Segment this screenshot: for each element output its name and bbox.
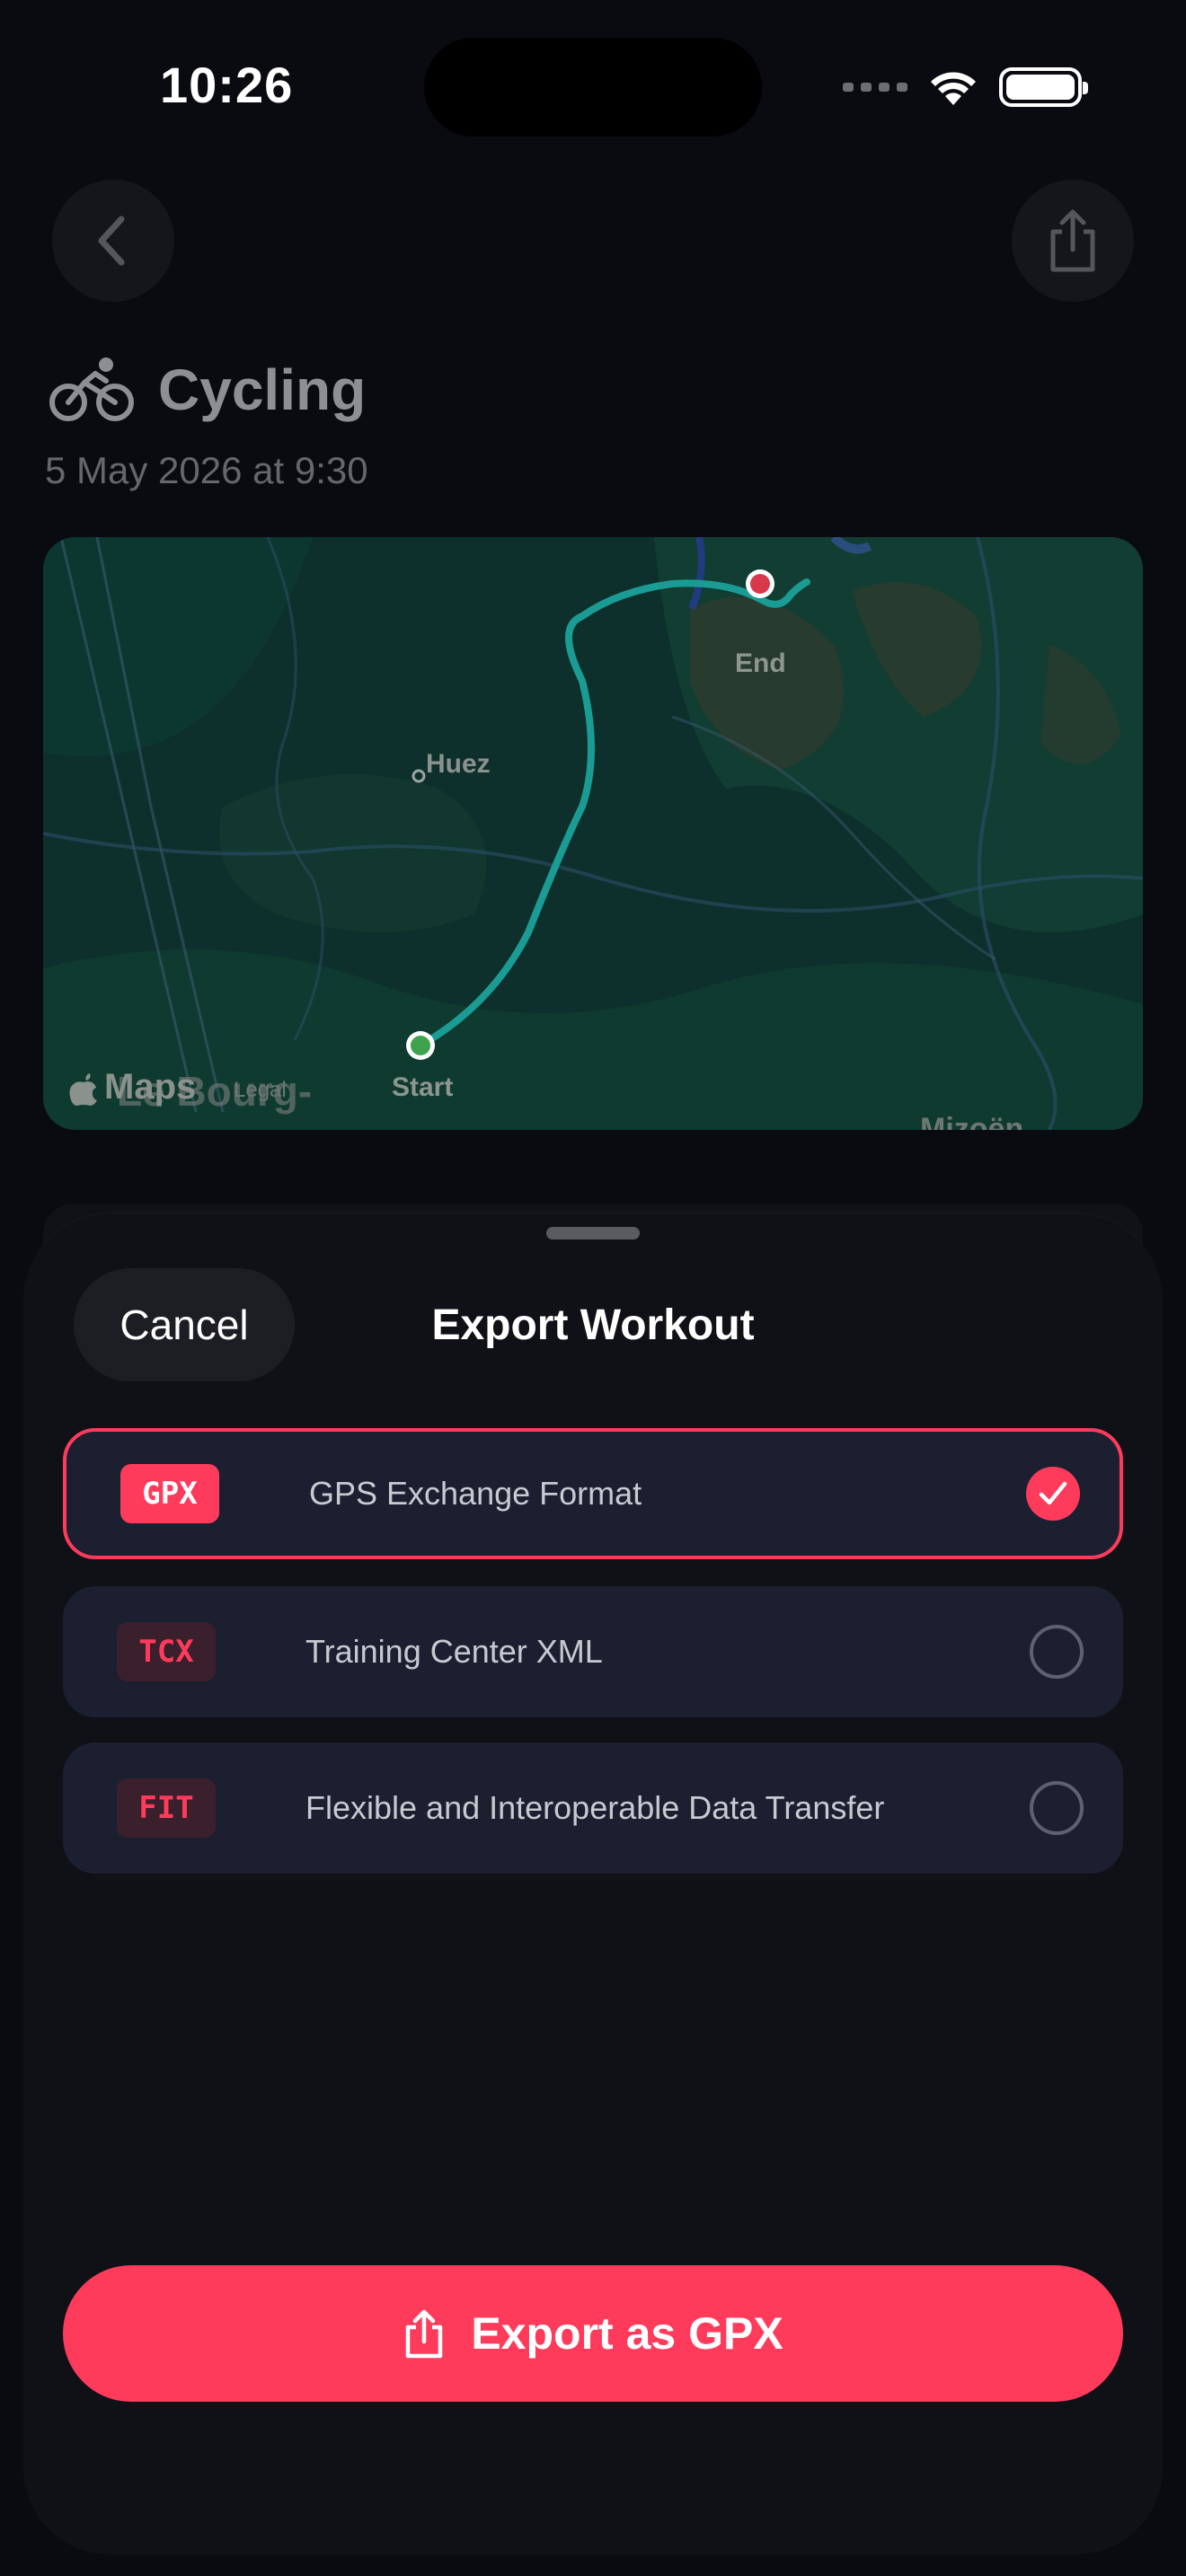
format-badge: TCX: [117, 1622, 216, 1681]
share-icon: [406, 2309, 443, 2359]
radio-indicator: [1030, 1625, 1084, 1679]
export-button-label: Export as GPX: [471, 2308, 783, 2359]
maps-brand-label: Maps: [104, 1067, 197, 1107]
format-option-gpx[interactable]: GPX GPS Exchange Format: [63, 1428, 1123, 1559]
checkmark-icon: [1039, 1481, 1067, 1505]
screen: 10:26 Cycling 5 May 2026 at 9:30 Huez St…: [0, 0, 1186, 2576]
workout-date: 5 May 2026 at 9:30: [45, 449, 368, 491]
back-button[interactable]: [52, 180, 174, 302]
sheet-grabber[interactable]: [546, 1227, 640, 1239]
radio-indicator: [1030, 1781, 1084, 1835]
end-label: End: [735, 648, 786, 678]
selected-indicator: [1026, 1467, 1080, 1521]
share-button[interactable]: [1012, 180, 1134, 302]
apple-logo-icon: [69, 1072, 97, 1106]
format-label: Flexible and Interoperable Data Transfer: [305, 1789, 885, 1826]
town-label-bottom-right: Mizoën: [920, 1112, 1024, 1130]
format-option-tcx[interactable]: TCX Training Center XML: [63, 1586, 1123, 1717]
route-map[interactable]: Huez Start End Le Bourg- Maps Legal Mizo…: [43, 537, 1143, 1130]
start-label: Start: [392, 1072, 454, 1102]
export-button[interactable]: Export as GPX: [63, 2265, 1123, 2402]
map-terrain: [43, 537, 1143, 1130]
format-badge: FIT: [117, 1778, 216, 1838]
workout-detail-background: Cycling 5 May 2026 at 9:30 Huez Start En…: [0, 0, 1186, 1275]
bicycle-icon: [49, 357, 134, 421]
export-sheet: Cancel Export Workout GPX GPS Exchange F…: [23, 1214, 1163, 2554]
workout-header: Cycling: [49, 356, 366, 424]
workout-title: Cycling: [158, 357, 367, 422]
format-label: Training Center XML: [305, 1633, 603, 1670]
format-option-fit[interactable]: FIT Flexible and Interoperable Data Tran…: [63, 1742, 1123, 1874]
share-icon: [1050, 209, 1095, 272]
place-label: Huez: [426, 749, 491, 779]
map-legal-link[interactable]: Legal: [234, 1078, 287, 1103]
format-label: GPS Exchange Format: [309, 1475, 642, 1512]
sheet-title: Export Workout: [431, 1301, 755, 1349]
format-badge: GPX: [120, 1464, 219, 1523]
maps-attribution[interactable]: Maps: [68, 1067, 196, 1107]
chevron-left-icon: [98, 216, 125, 266]
